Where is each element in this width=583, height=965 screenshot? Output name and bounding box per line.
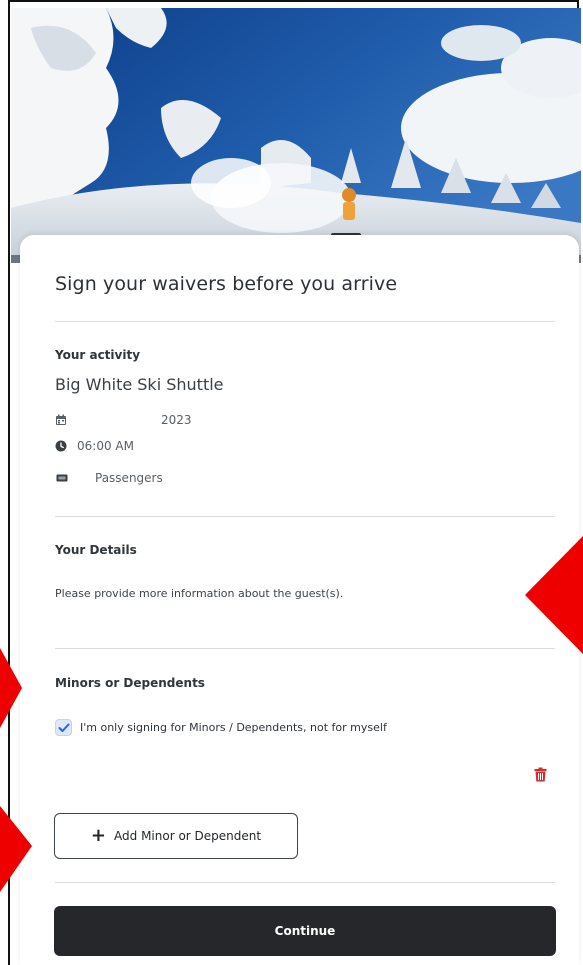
minors-section-label: Minors or Dependents	[55, 676, 205, 690]
annotation-arrow-right	[525, 536, 583, 654]
activity-date: 2023	[161, 413, 192, 427]
checkmark-icon	[58, 723, 69, 732]
page-title: Sign your waivers before you arrive	[55, 273, 398, 295]
activity-date-row: 2023	[55, 413, 192, 427]
activity-section-label: Your activity	[55, 348, 141, 362]
activity-time: 06:00 AM	[77, 439, 134, 453]
plus-icon: +	[90, 825, 107, 846]
divider	[55, 516, 555, 517]
clock-icon	[55, 440, 67, 452]
minors-only-checkbox-label[interactable]: I'm only signing for Minors / Dependents…	[80, 721, 387, 734]
divider	[55, 648, 555, 649]
activity-name: Big White Ski Shuttle	[55, 375, 224, 394]
continue-button[interactable]: Continue	[54, 906, 556, 956]
ticket-icon	[56, 474, 68, 482]
waiver-card: Sign your waivers before you arrive Your…	[20, 235, 579, 965]
annotation-arrow-left-upper	[0, 648, 22, 728]
trash-icon[interactable]	[534, 767, 547, 782]
add-minor-button-label: Add Minor or Dependent	[114, 829, 262, 843]
details-description: Please provide more information about th…	[55, 587, 344, 600]
activity-time-row: 06:00 AM	[55, 439, 134, 453]
calendar-icon	[56, 414, 66, 425]
details-section-label: Your Details	[55, 543, 137, 557]
divider	[55, 321, 555, 322]
hero-image	[11, 8, 581, 263]
activity-passengers: Passengers	[95, 471, 163, 485]
annotation-arrow-left-lower	[0, 806, 32, 892]
minors-only-checkbox-row[interactable]: I'm only signing for Minors / Dependents…	[55, 719, 387, 736]
divider	[55, 882, 555, 883]
hero-ski-scene	[11, 8, 581, 263]
add-minor-button[interactable]: + Add Minor or Dependent	[54, 813, 298, 859]
minors-only-checkbox[interactable]	[55, 719, 72, 736]
activity-passengers-row: Passengers	[55, 471, 163, 485]
